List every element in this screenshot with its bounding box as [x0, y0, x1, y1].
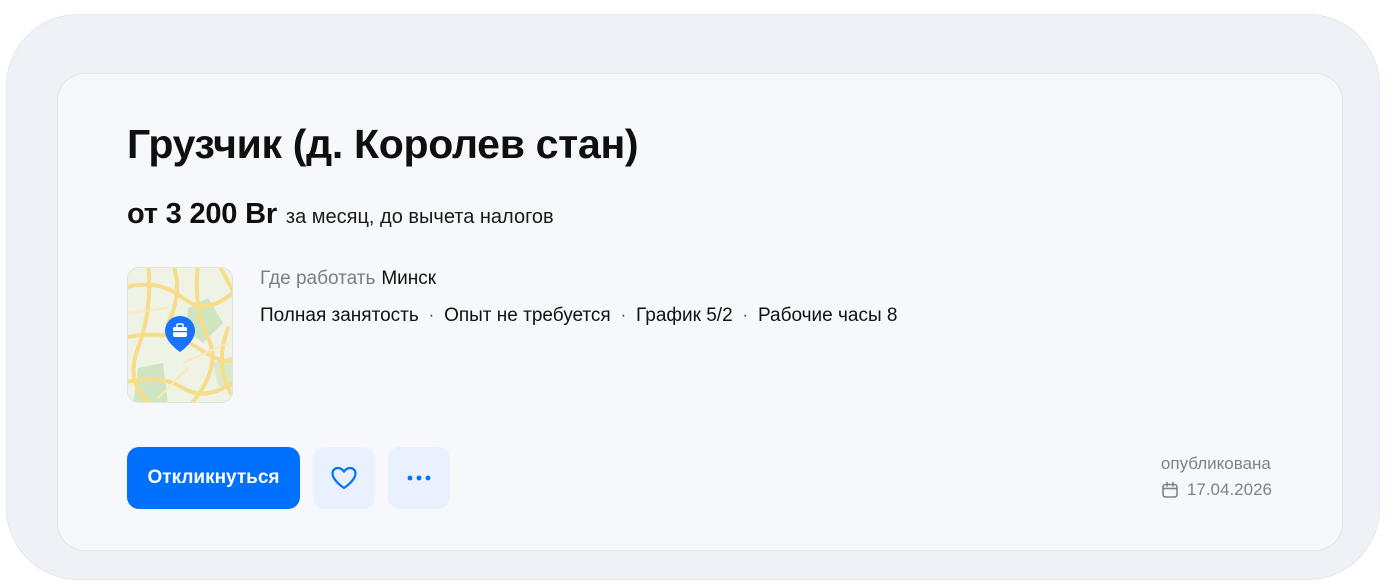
- map-thumbnail[interactable]: [127, 267, 233, 403]
- tag-separator: ·: [620, 307, 627, 324]
- tag-schedule: График 5/2: [636, 305, 733, 326]
- tag-separator: ·: [742, 307, 748, 324]
- more-dots-icon: [407, 475, 431, 481]
- published-date: 17.04.2026: [1186, 480, 1272, 499]
- tag-separator: ·: [428, 307, 435, 324]
- vacancy-title[interactable]: Грузчик (д. Королев стан): [127, 118, 639, 170]
- work-location: Где работать Минск: [260, 268, 436, 290]
- calendar-icon: [1162, 481, 1178, 498]
- vacancy-tags: Полная занятость · Опыт не требуется · Г…: [260, 305, 897, 327]
- tag-experience: Опыт не требуется: [444, 305, 611, 326]
- heart-icon: [331, 466, 357, 490]
- map-illustration: [128, 268, 232, 402]
- salary-note: за месяц, до вычета налогов: [285, 206, 554, 228]
- salary-block: от 3 200 Br за месяц, до вычета налогов: [127, 198, 554, 231]
- more-options-button[interactable]: [388, 447, 450, 509]
- published-label: опубликована: [1160, 454, 1271, 473]
- published-info: опубликована 17.04.2026: [1161, 454, 1272, 500]
- vacancy-card-wrapper: Грузчик (д. Королев стан) от 3 200 Br за…: [6, 14, 1380, 580]
- work-location-value: Минск: [381, 268, 437, 289]
- salary-amount: от 3 200 Br: [127, 198, 277, 230]
- published-date-row: 17.04.2026: [1161, 480, 1272, 500]
- tag-employment: Полная занятость: [260, 305, 419, 326]
- work-location-label: Где работать: [260, 268, 376, 289]
- vacancy-card[interactable]: Грузчик (д. Королев стан) от 3 200 Br за…: [57, 73, 1343, 551]
- favorite-button[interactable]: [313, 447, 375, 509]
- tag-hours: Рабочие часы 8: [757, 305, 898, 326]
- apply-button[interactable]: Откликнуться: [127, 447, 300, 509]
